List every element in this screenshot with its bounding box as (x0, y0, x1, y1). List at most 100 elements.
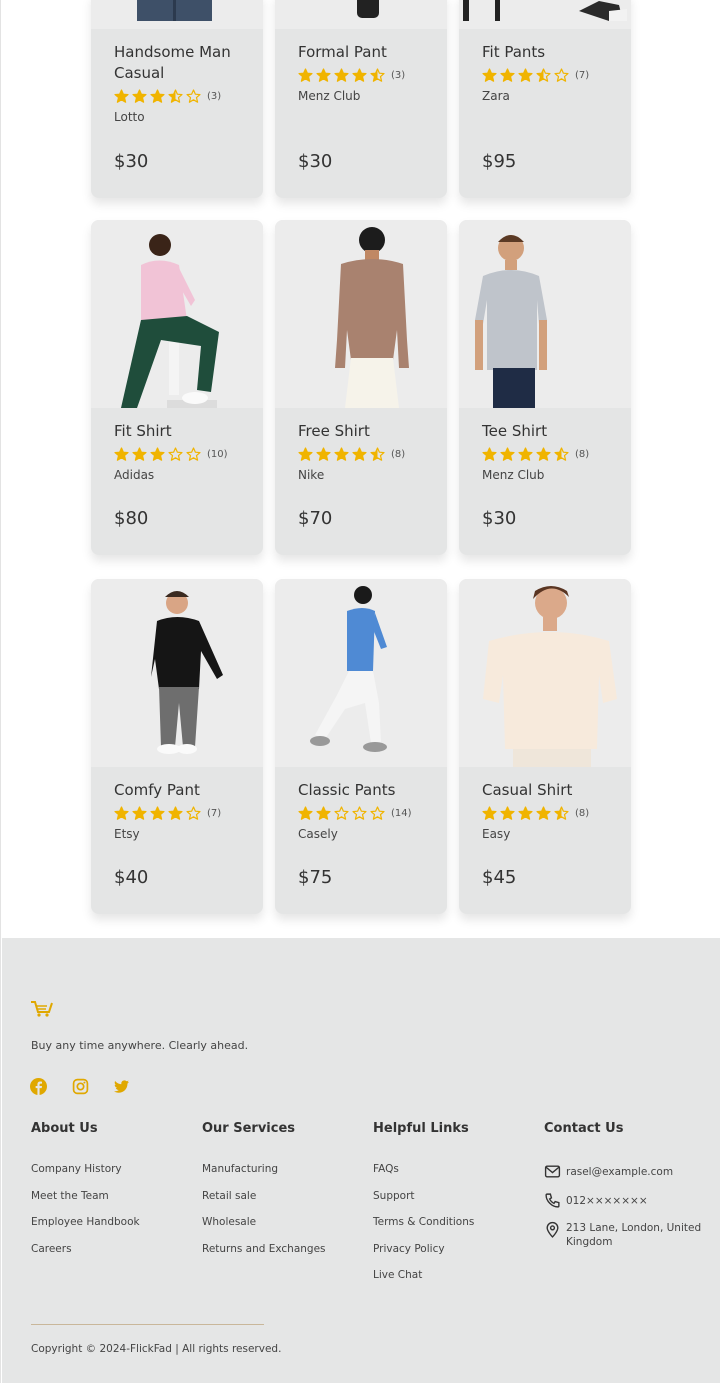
about-link[interactable]: Careers (31, 1243, 72, 1255)
star-half-icon (370, 67, 385, 82)
star-half-icon (554, 446, 569, 461)
helpful-link[interactable]: Support (373, 1190, 415, 1202)
star-half-icon (554, 805, 569, 820)
product-card[interactable]: Comfy Pant (7) Etsy $40 (91, 579, 263, 914)
star-empty-icon (554, 67, 569, 82)
star-filled-icon (482, 805, 497, 820)
rating: (10) (114, 445, 240, 463)
contact-phone[interactable]: 012××××××× (544, 1192, 704, 1209)
product-image (275, 0, 447, 29)
star-filled-icon (114, 805, 129, 820)
product-title[interactable]: Tee Shirt (482, 408, 608, 442)
rating-count: (8) (575, 448, 590, 460)
star-filled-icon (352, 67, 367, 82)
product-card[interactable]: Fit Shirt (10) Adidas $80 (91, 220, 263, 555)
footer-divider (31, 1324, 264, 1325)
about-link[interactable]: Company History (31, 1163, 122, 1175)
product-card[interactable]: Free Shirt (8) Nike $70 (275, 220, 447, 555)
product-card[interactable]: Classic Pants (14) Casely $75 (275, 579, 447, 914)
about-us-title: About Us (31, 1121, 98, 1136)
star-filled-icon (298, 446, 313, 461)
rating-count: (14) (391, 807, 412, 819)
star-filled-icon (114, 88, 129, 103)
cart-logo-icon[interactable] (30, 998, 54, 1018)
services-link[interactable]: Manufacturing (202, 1163, 278, 1175)
product-title[interactable]: Casual Shirt (482, 767, 608, 801)
star-filled-icon (168, 805, 183, 820)
helpful-link[interactable]: Privacy Policy (373, 1243, 445, 1255)
product-brand: Casely (298, 827, 338, 841)
about-link[interactable]: Meet the Team (31, 1190, 109, 1202)
rating-count: (3) (207, 90, 222, 102)
product-card[interactable]: Formal Pant (3) Menz Club $30 (275, 0, 447, 198)
helpful-link[interactable]: FAQs (373, 1163, 399, 1175)
facebook-icon[interactable] (30, 1078, 47, 1095)
star-empty-icon (370, 805, 385, 820)
helpful-link[interactable]: Terms & Conditions (373, 1216, 474, 1228)
footer: Buy any time anywhere. Clearly ahead. Ab… (2, 938, 720, 1383)
star-empty-icon (352, 805, 367, 820)
star-filled-icon (518, 805, 533, 820)
product-card[interactable]: Fit Pants (7) Zara $95 (459, 0, 631, 198)
product-title[interactable]: Fit Shirt (114, 408, 240, 442)
about-link[interactable]: Employee Handbook (31, 1216, 140, 1228)
services-title: Our Services (202, 1121, 296, 1136)
services-link[interactable]: Wholesale (202, 1216, 256, 1228)
product-title[interactable]: Classic Pants (298, 767, 424, 801)
product-title[interactable]: Formal Pant (298, 29, 424, 63)
star-filled-icon (316, 446, 331, 461)
product-image (459, 0, 631, 29)
star-filled-icon (482, 446, 497, 461)
helpful-link[interactable]: Live Chat (373, 1269, 422, 1281)
product-price: $70 (298, 508, 333, 529)
star-empty-icon (168, 446, 183, 461)
product-brand: Easy (482, 827, 511, 841)
rating: (7) (114, 804, 240, 822)
product-title[interactable]: Handsome Man Casual (114, 29, 244, 84)
star-filled-icon (150, 446, 165, 461)
product-image (91, 579, 263, 767)
product-card[interactable]: Handsome Man Casual (3) Lotto $30 (91, 0, 263, 198)
instagram-icon[interactable] (72, 1078, 89, 1095)
contact-email[interactable]: rasel@example.com (544, 1163, 704, 1180)
rating: (7) (482, 66, 608, 84)
star-empty-icon (334, 805, 349, 820)
product-price: $30 (298, 151, 333, 172)
product-card[interactable]: Casual Shirt (8) Easy $45 (459, 579, 631, 914)
product-brand: Lotto (114, 110, 145, 124)
contact-address: 213 Lane, London, United Kingdom (544, 1221, 704, 1249)
services-link[interactable]: Returns and Exchanges (202, 1243, 326, 1255)
copyright: Copyright © 2024-FlickFad | All rights r… (31, 1343, 282, 1355)
services-link[interactable]: Retail sale (202, 1190, 256, 1202)
twitter-icon[interactable] (113, 1078, 130, 1095)
star-filled-icon (334, 67, 349, 82)
product-title[interactable]: Comfy Pant (114, 767, 240, 801)
product-brand: Nike (298, 468, 325, 482)
rating-count: (7) (575, 69, 590, 81)
contact-phone-text: 012××××××× (566, 1195, 648, 1207)
rating-count: (7) (207, 807, 222, 819)
star-filled-icon (352, 446, 367, 461)
rating: (14) (298, 804, 424, 822)
rating: (8) (482, 445, 608, 463)
star-half-icon (168, 88, 183, 103)
star-filled-icon (132, 446, 147, 461)
product-image (459, 579, 631, 767)
star-filled-icon (536, 805, 551, 820)
product-brand: Menz Club (482, 468, 545, 482)
star-filled-icon (150, 805, 165, 820)
tagline: Buy any time anywhere. Clearly ahead. (31, 1039, 249, 1052)
product-card[interactable]: Tee Shirt (8) Menz Club $30 (459, 220, 631, 555)
star-filled-icon (132, 88, 147, 103)
star-filled-icon (482, 67, 497, 82)
product-title[interactable]: Fit Pants (482, 29, 608, 63)
product-image (275, 220, 447, 408)
product-price: $75 (298, 867, 333, 888)
rating-count: (8) (575, 807, 590, 819)
star-filled-icon (500, 446, 515, 461)
contact-title: Contact Us (544, 1121, 624, 1136)
product-title[interactable]: Free Shirt (298, 408, 424, 442)
product-price: $40 (114, 867, 149, 888)
page: Handsome Man Casual (3) Lotto $30 Formal… (0, 0, 720, 1383)
star-filled-icon (334, 446, 349, 461)
